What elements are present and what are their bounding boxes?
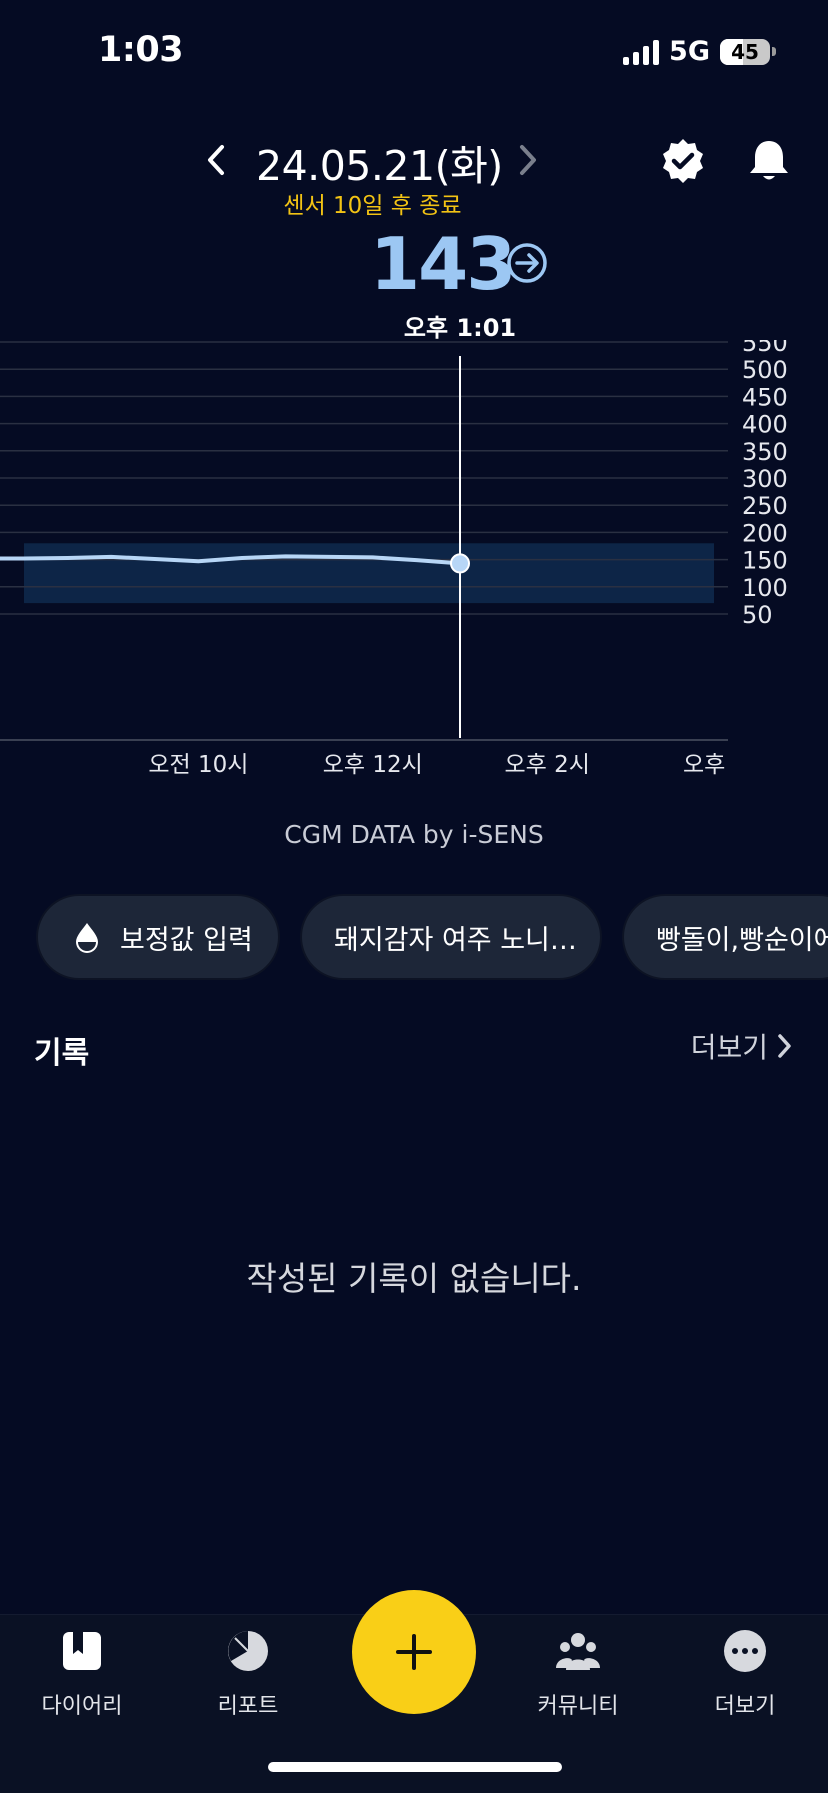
glucose-value: 143 bbox=[370, 222, 516, 306]
sensor-notice: 센서 10일 후 종료 bbox=[283, 193, 462, 219]
home-indicator bbox=[268, 1762, 562, 1772]
chevron-left-icon bbox=[208, 145, 224, 175]
y-tick-label: 500 bbox=[742, 356, 788, 384]
tab-label: 더보기 bbox=[714, 1694, 776, 1719]
y-tick-label: 50 bbox=[742, 601, 773, 629]
y-tick-label: 400 bbox=[742, 411, 788, 439]
community-icon bbox=[556, 1633, 600, 1670]
tab-label: 다이어리 bbox=[41, 1694, 123, 1719]
x-tick-label: 오후 2시 bbox=[504, 752, 589, 778]
records-more-link[interactable]: 더보기 bbox=[691, 1026, 792, 1066]
network-label: 5G bbox=[669, 36, 710, 67]
tab-community[interactable]: 커뮤니티 bbox=[508, 1628, 648, 1720]
chevron-right-icon bbox=[778, 1034, 791, 1058]
verified-badge-icon bbox=[663, 139, 703, 183]
battery-percent: 45 bbox=[731, 39, 759, 64]
target-range-band bbox=[24, 543, 714, 604]
y-tick-label: 300 bbox=[742, 465, 788, 493]
more-icon bbox=[724, 1630, 766, 1672]
community-post-chip[interactable]: 빵돌이,빵순이에 bbox=[622, 894, 828, 980]
tab-label: 커뮤니티 bbox=[537, 1694, 619, 1719]
next-date-button[interactable] bbox=[512, 140, 544, 180]
more-label: 더보기 bbox=[690, 1031, 768, 1064]
tab-label: 리포트 bbox=[217, 1694, 279, 1719]
x-tick-label: 오후 12시 bbox=[323, 752, 423, 778]
signal-icon bbox=[623, 39, 660, 65]
y-tick-label: 450 bbox=[742, 383, 788, 411]
y-tick-label: 550 bbox=[742, 340, 788, 357]
y-tick-label: 200 bbox=[742, 519, 788, 547]
y-tick-label: 250 bbox=[742, 492, 788, 520]
y-tick-label: 150 bbox=[742, 547, 788, 575]
selected-point bbox=[450, 553, 470, 574]
cgm-credit: CGM DATA by i-SENS bbox=[284, 820, 544, 849]
date-title[interactable]: 24.05.21(화) bbox=[256, 132, 503, 192]
tab-more[interactable]: 더보기 bbox=[675, 1628, 815, 1720]
glucose-chart[interactable]: 55050045040035030025020015010050 오전 10시 오후… bbox=[0, 340, 828, 790]
tab-diary[interactable]: 다이어리 bbox=[12, 1628, 152, 1720]
status-indicators: 5G 45 bbox=[623, 36, 776, 67]
chip-label: 돼지감자 여주 노니… bbox=[334, 924, 577, 956]
chevron-right-icon bbox=[520, 145, 536, 175]
bell-icon bbox=[750, 141, 788, 180]
drop-icon bbox=[76, 923, 98, 953]
empty-records-message: 작성된 기록이 없습니다. bbox=[246, 1259, 582, 1298]
community-post-chip[interactable]: 돼지감자 여주 노니… bbox=[300, 894, 602, 980]
y-tick-label: 350 bbox=[742, 438, 788, 466]
tab-report[interactable]: 리포트 bbox=[178, 1628, 318, 1720]
verified-badge-button[interactable] bbox=[658, 136, 708, 186]
records-title: 기록 bbox=[34, 1036, 90, 1071]
y-tick-label: 100 bbox=[742, 574, 788, 602]
trend-arrow-icon bbox=[506, 242, 548, 284]
add-record-button[interactable] bbox=[352, 1590, 476, 1714]
chip-label: 보정값 입력 bbox=[120, 924, 253, 956]
diary-icon bbox=[63, 1632, 101, 1670]
reading-time: 오후 1:01 bbox=[403, 314, 517, 342]
x-tick-label: 오전 10시 bbox=[148, 752, 248, 778]
battery-icon: 45 bbox=[720, 38, 770, 65]
notification-button[interactable] bbox=[744, 136, 794, 186]
calibration-input-chip[interactable]: 보정값 입력 bbox=[36, 894, 280, 980]
previous-date-button[interactable] bbox=[200, 140, 232, 180]
status-time: 1:03 bbox=[98, 30, 184, 70]
x-tick-label: 오후 bbox=[683, 752, 725, 778]
plus-icon bbox=[396, 1634, 432, 1670]
chip-label: 빵돌이,빵순이에 bbox=[656, 924, 828, 956]
report-icon bbox=[228, 1631, 268, 1671]
